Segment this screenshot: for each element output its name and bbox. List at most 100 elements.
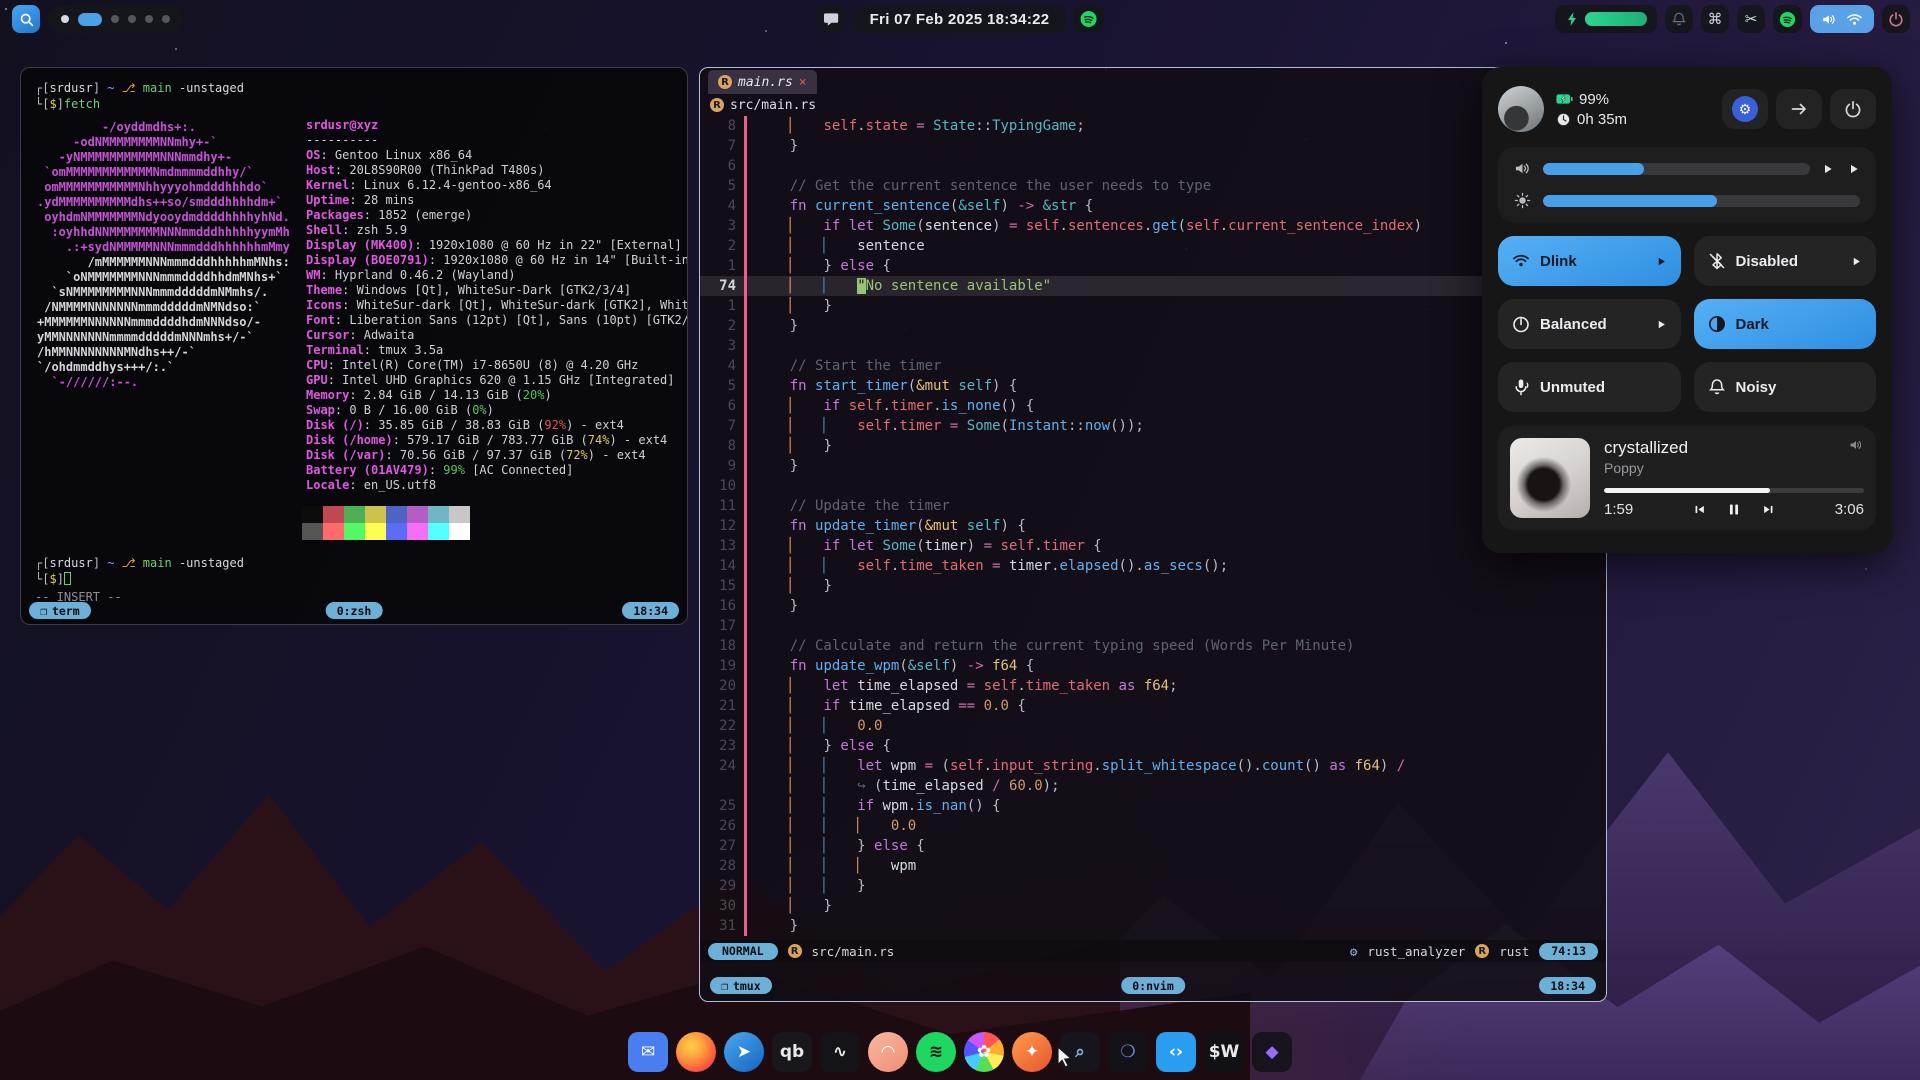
- dock-spotify[interactable]: ≋: [916, 1032, 956, 1072]
- toggle-balanced[interactable]: Balanced: [1498, 299, 1681, 349]
- seek-bar[interactable]: [1604, 488, 1864, 493]
- code-line[interactable]: 22 ▏ ▏ 0.0: [700, 716, 1606, 736]
- code-line[interactable]: 1 ▏ }: [700, 296, 1606, 316]
- code-line[interactable]: 11 // Update the timer: [700, 496, 1606, 516]
- search-button[interactable]: [12, 5, 40, 33]
- code-line[interactable]: 7 ▏ ▏ self.timer = Some(Instant::now());: [700, 416, 1606, 436]
- code-line[interactable]: 30 ▏ }: [700, 896, 1606, 916]
- code-line[interactable]: 1 ▏ } else {: [700, 256, 1606, 276]
- code-line[interactable]: 29 ▏ ▏ }: [700, 876, 1606, 896]
- brightness-slider-track[interactable]: [1543, 195, 1860, 207]
- code-line[interactable]: 28 ▏ ▏ ▏ wpm: [700, 856, 1606, 876]
- code-line[interactable]: 25 ▏ ▏ if wpm.is_nan() {: [700, 796, 1606, 816]
- code-line[interactable]: 9 }: [700, 456, 1606, 476]
- dock-gitkraken[interactable]: ∿: [820, 1032, 860, 1072]
- code-line[interactable]: 3 ▏ if let Some(sentence) = self.sentenc…: [700, 216, 1606, 236]
- tab-main-rs[interactable]: R main.rs ×: [708, 70, 817, 94]
- code-line[interactable]: 7 }: [700, 136, 1606, 156]
- tmux-session-pill[interactable]: ❐tmux: [710, 977, 772, 994]
- close-icon[interactable]: ×: [799, 75, 807, 90]
- workspace-dot-2[interactable]: [78, 13, 102, 26]
- code-line[interactable]: 20 ▏ let time_elapsed = self.time_taken …: [700, 676, 1606, 696]
- code-line[interactable]: 8 ▏ self.state = State::TypingGame;: [700, 116, 1606, 136]
- code-line[interactable]: 5 // Get the current sentence the user n…: [700, 176, 1606, 196]
- battery-indicator[interactable]: [1555, 5, 1657, 33]
- toggle-noisy[interactable]: Noisy: [1694, 362, 1877, 412]
- code-line[interactable]: 21 ▏ if time_elapsed == 0.0 {: [700, 696, 1606, 716]
- neovim-window[interactable]: R main.rs × R src/main.rs 8 ▏ self.state…: [699, 67, 1607, 1002]
- media-indicator-button[interactable]: [1073, 5, 1103, 33]
- dock-photos[interactable]: ✿: [964, 1032, 1004, 1072]
- code-line[interactable]: 5 fn start_timer(&mut self) {: [700, 376, 1606, 396]
- play-chevron[interactable]: [1822, 163, 1834, 175]
- dock-vscode[interactable]: ‹›: [1156, 1032, 1196, 1072]
- code-buffer[interactable]: 8 ▏ self.state = State::TypingGame;7 }65…: [700, 116, 1606, 936]
- notification-bell-button[interactable]: [1665, 5, 1693, 33]
- user-avatar[interactable]: [1498, 86, 1544, 132]
- dock-thunderbird[interactable]: ➤: [724, 1032, 764, 1072]
- pause-icon[interactable]: [1727, 502, 1741, 517]
- clock-date[interactable]: Fri 07 Feb 2025 18:34:22: [854, 5, 1066, 33]
- dock-firefox[interactable]: [676, 1032, 716, 1072]
- code-line[interactable]: 2 }: [700, 316, 1606, 336]
- code-line[interactable]: ▏ ▏ ↪ (time_elapsed / 60.0);: [700, 776, 1606, 796]
- next-track-icon[interactable]: [1761, 503, 1776, 516]
- dock-obsidian[interactable]: ◆: [1252, 1032, 1292, 1072]
- code-line[interactable]: 27 ▏ ▏ } else {: [700, 836, 1606, 856]
- toggle-unmuted[interactable]: Unmuted: [1498, 362, 1681, 412]
- code-line[interactable]: 10: [700, 476, 1606, 496]
- speaker-icon[interactable]: [1848, 438, 1864, 452]
- code-line[interactable]: 6 ▏ if self.timer.is_none() {: [700, 396, 1606, 416]
- terminal-window[interactable]: ┌[srdusr] ~ ⎇ main -unstaged └[$]fetch -…: [20, 67, 688, 625]
- workspace-dot-6[interactable]: [162, 15, 170, 23]
- code-line[interactable]: 4 fn current_sentence(&self) -> &str {: [700, 196, 1606, 216]
- code-line[interactable]: 8 ▏ }: [700, 436, 1606, 456]
- workspace-dot-5[interactable]: [145, 15, 153, 23]
- dock-peach[interactable]: ◠: [868, 1032, 908, 1072]
- spotify-tray-button[interactable]: [1773, 5, 1802, 33]
- dock-discord[interactable]: ❍: [1108, 1032, 1148, 1072]
- settings-button[interactable]: ⚙: [1722, 89, 1768, 129]
- workspace-dot-4[interactable]: [128, 15, 136, 23]
- power-button[interactable]: [1882, 5, 1910, 33]
- code-line[interactable]: 17: [700, 616, 1606, 636]
- dock-qbittorrent[interactable]: qb: [772, 1032, 812, 1072]
- dock-zen[interactable]: ✦: [1012, 1032, 1052, 1072]
- code-line[interactable]: 74 ▏ ▏ "No sentence available": [700, 276, 1606, 296]
- command-menu-button[interactable]: ⌘: [1701, 5, 1729, 33]
- tmux-session-pill[interactable]: ❐term: [29, 602, 91, 619]
- screenshot-button[interactable]: ✂: [1737, 5, 1765, 33]
- code-line[interactable]: 6: [700, 156, 1606, 176]
- code-line[interactable]: 18 // Calculate and return the current t…: [700, 636, 1606, 656]
- logout-button[interactable]: [1776, 89, 1822, 129]
- notifications-button[interactable]: [817, 5, 846, 33]
- workspace-indicator[interactable]: [48, 5, 183, 33]
- code-line[interactable]: 26 ▏ ▏ ▏ 0.0: [700, 816, 1606, 836]
- dock-zulip[interactable]: ✉: [628, 1032, 668, 1072]
- code-line[interactable]: 3: [700, 336, 1606, 356]
- code-line[interactable]: 2 ▏ ▏ sentence: [700, 236, 1606, 256]
- workspace-dot-3[interactable]: [111, 15, 119, 23]
- volume-network-button[interactable]: [1810, 5, 1874, 33]
- code-line[interactable]: 12 fn update_timer(&mut self) {: [700, 516, 1606, 536]
- toggle-dlink[interactable]: Dlink: [1498, 236, 1681, 286]
- workspace-dot-1[interactable]: [61, 15, 69, 23]
- tmux-window-pill[interactable]: 0:zsh: [326, 602, 383, 619]
- play-chevron[interactable]: [1848, 163, 1860, 175]
- toggle-disabled[interactable]: Disabled: [1694, 236, 1877, 286]
- code-line[interactable]: 19 fn update_wpm(&self) -> f64 {: [700, 656, 1606, 676]
- code-line[interactable]: 14 ▏ ▏ self.time_taken = timer.elapsed()…: [700, 556, 1606, 576]
- shell-input-line[interactable]: └[$]: [35, 571, 244, 587]
- volume-slider-track[interactable]: [1543, 163, 1810, 175]
- code-line[interactable]: 4 // Start the timer: [700, 356, 1606, 376]
- slider-volume[interactable]: [1514, 160, 1860, 177]
- slider-brightness[interactable]: [1514, 192, 1860, 209]
- code-line[interactable]: 13 ▏ if let Some(timer) = self.timer {: [700, 536, 1606, 556]
- toggle-dark[interactable]: Dark: [1694, 299, 1877, 349]
- code-line[interactable]: 15 ▏ }: [700, 576, 1606, 596]
- code-line[interactable]: 31 }: [700, 916, 1606, 936]
- code-line[interactable]: 23 ▏ } else {: [700, 736, 1606, 756]
- code-line[interactable]: 16 }: [700, 596, 1606, 616]
- tmux-window-pill[interactable]: 0:nvim: [1121, 977, 1185, 994]
- previous-track-icon[interactable]: [1692, 503, 1707, 516]
